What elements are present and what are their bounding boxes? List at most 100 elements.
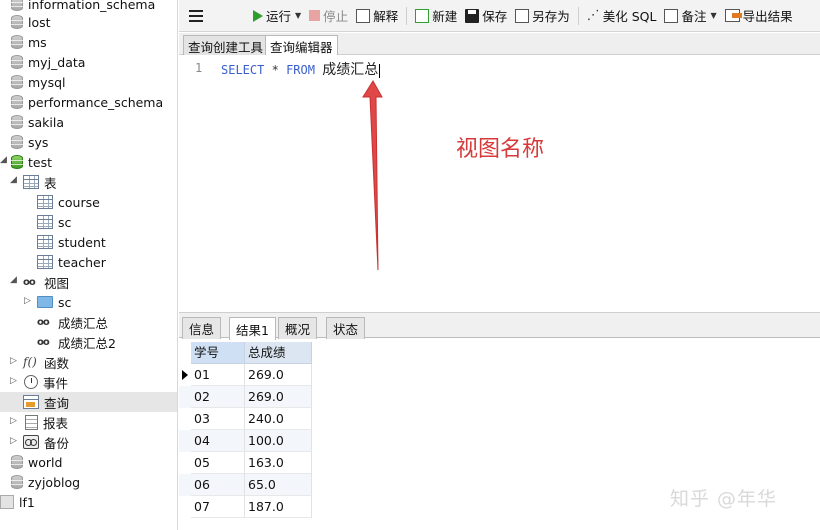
stop-icon <box>309 10 321 21</box>
annotation-label: 视图名称 <box>456 137 545 162</box>
table-row[interactable]: 02 269.0 <box>179 386 312 408</box>
explain-icon <box>356 8 371 23</box>
table-icon <box>37 255 53 269</box>
sidebar-item-sys[interactable]: sys <box>0 132 177 152</box>
table-icon <box>37 195 53 209</box>
save-as-icon <box>515 8 530 23</box>
expand-arrow-icon[interactable]: ▷ <box>10 436 17 446</box>
event-icon <box>24 375 38 389</box>
magic-wand-icon: ⋰ <box>586 8 600 23</box>
new-query-button[interactable]: 新建 <box>411 4 461 28</box>
views-icon: oo <box>23 276 36 288</box>
stop-button[interactable]: 停止 <box>305 4 352 28</box>
sidebar-item-view-score-summary[interactable]: oo 成绩汇总 <box>0 312 177 332</box>
sidebar-item-sc-table[interactable]: sc <box>0 212 177 232</box>
editor-tab-bar: 查询创建工具 查询编辑器 <box>179 33 820 57</box>
connection-icon <box>0 495 14 509</box>
export-icon <box>724 9 742 22</box>
folder-icon <box>37 296 53 308</box>
sidebar-item-test[interactable]: ◢ test <box>0 152 177 172</box>
database-icon <box>11 95 23 109</box>
toolbar-divider <box>406 6 408 25</box>
expand-arrow-icon[interactable]: ▷ <box>10 376 17 386</box>
toolbar-divider <box>577 6 579 25</box>
table-row[interactable]: 01 269.0 <box>179 364 312 386</box>
sidebar-item-course[interactable]: course <box>0 192 177 212</box>
sidebar-item-events[interactable]: ▷ 事件 <box>0 372 177 392</box>
current-row-indicator-icon <box>179 364 191 386</box>
query-icon <box>23 395 39 409</box>
sidebar-item-ms[interactable]: ms <box>0 32 177 52</box>
sidebar-item-mysql[interactable]: mysql <box>0 72 177 92</box>
sidebar-item-zyjoblog[interactable]: zyjoblog <box>0 472 177 492</box>
grid-header-row: 学号 总成绩 <box>179 342 312 364</box>
note-button[interactable]: 备注 ▼ <box>660 4 720 28</box>
sidebar-item-lf1[interactable]: lf1 <box>0 492 177 512</box>
table-row[interactable]: 07 187.0 <box>179 496 312 518</box>
save-as-button[interactable]: 另存为 <box>511 4 574 28</box>
expand-arrow-icon[interactable]: ▷ <box>24 296 31 306</box>
collapse-arrow-icon[interactable]: ◢ <box>10 275 17 285</box>
export-result-button[interactable]: 导出结果 <box>721 4 797 28</box>
navigation-sidebar: information_schema lost ms myj_data mysq… <box>0 0 178 530</box>
tab-query-builder[interactable]: 查询创建工具 <box>183 35 269 56</box>
table-icon <box>37 235 53 249</box>
menu-icon[interactable] <box>189 9 203 22</box>
sidebar-item-myj-data[interactable]: myj_data <box>0 52 177 72</box>
sidebar-item-performance-schema[interactable]: performance_schema <box>0 92 177 112</box>
watermark: 知乎 @年华 <box>670 488 778 510</box>
sidebar-item-sakila[interactable]: sakila <box>0 112 177 132</box>
sidebar-item-queries[interactable]: 查询 <box>0 392 177 412</box>
sidebar-item-reports[interactable]: ▷ 报表 <box>0 412 177 432</box>
sidebar-item-teacher[interactable]: teacher <box>0 252 177 272</box>
tab-profile[interactable]: 概况 <box>278 317 318 339</box>
sidebar-item-lost[interactable]: lost <box>0 12 177 32</box>
note-icon <box>664 8 679 23</box>
query-toolbar: 运行 ▼ 停止 解释 新建 保存 另存为 ⋰ 美化 SQL 备注 ▼ 导出结果 <box>179 0 820 32</box>
database-icon <box>11 35 23 49</box>
new-icon <box>415 8 430 23</box>
tab-result-1[interactable]: 结果1 <box>229 317 276 340</box>
sidebar-item-world[interactable]: world <box>0 452 177 472</box>
tables-icon <box>23 175 39 189</box>
database-icon <box>11 0 23 11</box>
result-tab-bar: 信息 结果1 概况 状态 <box>179 312 820 340</box>
sidebar-item-view-score-summary-2[interactable]: oo 成绩汇总2 <box>0 332 177 352</box>
sidebar-item-views[interactable]: ◢ oo 视图 <box>0 272 177 292</box>
run-button[interactable]: 运行 ▼ <box>249 4 305 28</box>
tab-status[interactable]: 状态 <box>326 317 366 339</box>
table-row[interactable]: 04 100.0 <box>179 430 312 452</box>
database-icon <box>11 15 23 29</box>
play-icon <box>253 9 263 22</box>
sidebar-item-sc-folder[interactable]: ▷ sc <box>0 292 177 312</box>
database-icon <box>11 135 23 149</box>
database-icon <box>11 55 23 69</box>
beautify-sql-button[interactable]: ⋰ 美化 SQL <box>583 4 661 28</box>
database-open-icon <box>11 155 23 169</box>
save-button[interactable]: 保存 <box>461 4 511 28</box>
chevron-down-icon[interactable]: ▼ <box>710 11 716 20</box>
database-icon <box>11 475 23 489</box>
table-row[interactable]: 05 163.0 <box>179 452 312 474</box>
sql-editor[interactable]: 1 SELECT * FROM 成绩汇总 视图名称 <box>179 55 820 312</box>
column-header-student-id[interactable]: 学号 <box>191 342 245 364</box>
explain-button[interactable]: 解释 <box>352 4 402 28</box>
sidebar-item-functions[interactable]: ▷ f() 函数 <box>0 352 177 372</box>
sidebar-item-student[interactable]: student <box>0 232 177 252</box>
sidebar-item-backups[interactable]: ▷ 备份 <box>0 432 177 452</box>
view-icon: oo <box>37 316 50 328</box>
column-header-total-score[interactable]: 总成绩 <box>245 342 312 364</box>
collapse-arrow-icon[interactable]: ◢ <box>10 175 17 185</box>
save-icon <box>465 8 480 23</box>
tab-info[interactable]: 信息 <box>182 317 222 339</box>
collapse-arrow-icon[interactable]: ◢ <box>0 155 7 165</box>
table-row[interactable]: 06 65.0 <box>179 474 312 496</box>
expand-arrow-icon[interactable]: ▷ <box>10 416 17 426</box>
view-icon: oo <box>37 336 50 348</box>
expand-arrow-icon[interactable]: ▷ <box>10 356 17 366</box>
database-icon <box>11 75 23 89</box>
table-row[interactable]: 03 240.0 <box>179 408 312 430</box>
chevron-down-icon[interactable]: ▼ <box>295 11 301 20</box>
tab-query-editor[interactable]: 查询编辑器 <box>265 35 338 57</box>
sidebar-item-tables[interactable]: ◢ 表 <box>0 172 177 192</box>
